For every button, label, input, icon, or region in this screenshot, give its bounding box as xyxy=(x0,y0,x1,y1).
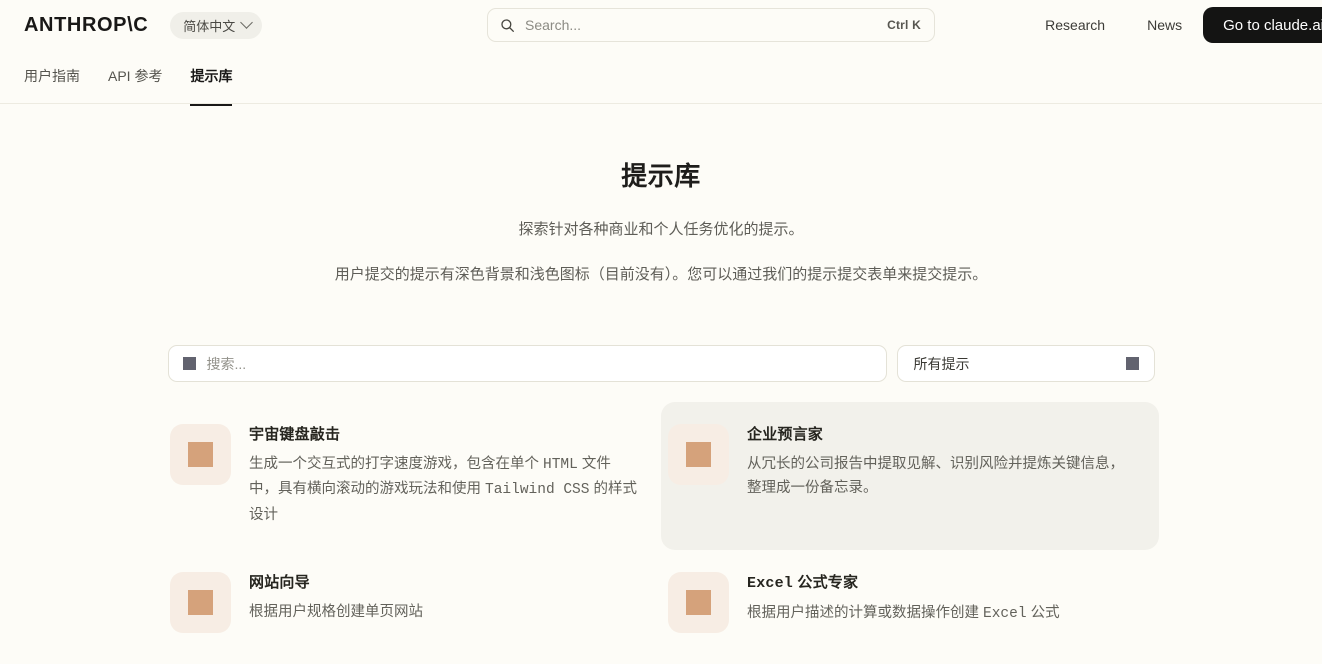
prompt-card-grid: 宇宙键盘敲击 生成一个交互式的打字速度游戏，包含在单个 HTML 文件中，具有横… xyxy=(163,402,1159,655)
nav-link-research[interactable]: Research xyxy=(1045,17,1105,33)
prompt-card-icon xyxy=(668,424,729,485)
search-shortcut-hint: Ctrl K xyxy=(887,18,921,32)
square-icon xyxy=(686,590,711,616)
prompt-search-input[interactable]: 搜索... xyxy=(167,345,887,382)
prompt-card-description: 生成一个交互式的打字速度游戏，包含在单个 HTML 文件中，具有横向滚动的游戏玩… xyxy=(249,455,637,524)
prompt-card-icon xyxy=(668,572,729,634)
prompt-card-icon xyxy=(170,572,231,634)
prompt-card[interactable]: 网站向导 根据用户规格创建单页网站 xyxy=(163,550,661,655)
prompt-card[interactable]: Excel 公式专家 根据用户描述的计算或数据操作创建 Excel 公式 xyxy=(661,550,1159,655)
prompt-card-title: 企业预言家 xyxy=(747,426,824,443)
prompt-filter-select[interactable]: 所有提示 xyxy=(896,345,1155,382)
missing-glyph-icon xyxy=(182,357,196,370)
tab-api-reference[interactable]: API 参考 xyxy=(108,66,162,106)
nav-link-news[interactable]: News xyxy=(1147,17,1182,33)
site-header: ANTHROP\C 简体中文 Search... Ctrl K Research… xyxy=(0,0,1322,50)
docs-tabbar: 用户指南 API 参考 提示库 xyxy=(0,50,1322,106)
go-to-claude-button[interactable]: Go to claude.ai xyxy=(1203,7,1322,43)
global-search-placeholder: Search... xyxy=(525,17,582,33)
prompt-card-title: 网站向导 xyxy=(249,574,310,592)
tab-prompt-library[interactable]: 提示库 xyxy=(190,66,233,106)
prompt-card-description: 根据用户描述的计算或数据操作创建 Excel 公式 xyxy=(747,604,1060,622)
page-title: 提示库 xyxy=(621,161,701,191)
global-search[interactable]: Search... Ctrl K xyxy=(487,8,935,42)
search-icon xyxy=(501,18,514,32)
anthropic-logo[interactable]: ANTHROP\C xyxy=(24,14,148,37)
header-nav: Research News Go to claude.ai xyxy=(1045,0,1322,50)
prompt-search-placeholder: 搜索... xyxy=(206,355,247,372)
square-icon xyxy=(188,590,213,616)
language-selector-label: 简体中文 xyxy=(183,18,236,34)
square-icon xyxy=(188,442,213,467)
prompt-card-icon xyxy=(170,424,231,485)
page-subtitle: 探索针对各种商业和个人任务优化的提示。 xyxy=(518,221,804,238)
main-content: 提示库 探索针对各种商业和个人任务优化的提示。 用户提交的提示有深色背景和浅色图… xyxy=(0,104,1322,655)
tab-user-guide[interactable]: 用户指南 xyxy=(24,66,80,106)
filter-row: 搜索... 所有提示 xyxy=(0,345,1322,382)
square-icon xyxy=(686,442,711,467)
missing-glyph-icon xyxy=(1125,357,1139,370)
prompt-card-description: 根据用户规格创建单页网站 xyxy=(249,603,423,620)
prompt-card-title: 宇宙键盘敲击 xyxy=(249,426,341,443)
page-description: 用户提交的提示有深色背景和浅色图标（目前没有）。您可以通过我们的提示提交表单来提… xyxy=(334,266,988,283)
prompt-card[interactable]: 企业预言家 从冗长的公司报告中提取见解、识别风险并提炼关键信息，整理成一份备忘录… xyxy=(661,402,1159,551)
language-selector[interactable]: 简体中文 xyxy=(170,11,263,39)
prompt-filter-value: 所有提示 xyxy=(913,355,970,372)
chevron-down-icon xyxy=(240,15,254,29)
prompt-card-title: Excel 公式专家 xyxy=(747,574,859,593)
prompt-card-description: 从冗长的公司报告中提取见解、识别风险并提炼关键信息，整理成一份备忘录。 xyxy=(747,455,1124,497)
prompt-card[interactable]: 宇宙键盘敲击 生成一个交互式的打字速度游戏，包含在单个 HTML 文件中，具有横… xyxy=(163,402,661,550)
